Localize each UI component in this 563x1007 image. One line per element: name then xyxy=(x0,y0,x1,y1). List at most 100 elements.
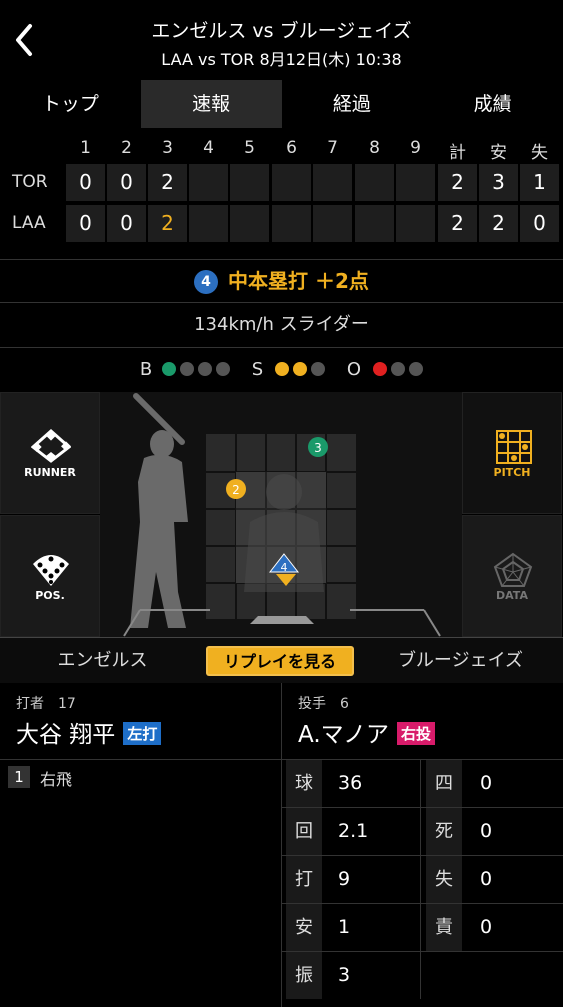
header: エンゼルス vs ブルージェイズ LAA vs TOR 8月12日(木) 10:… xyxy=(0,0,563,78)
data-button[interactable]: DATA xyxy=(462,515,562,637)
stat-key: 振 xyxy=(286,952,322,999)
strike-dot xyxy=(275,362,290,376)
score-cell xyxy=(355,164,394,201)
team-angels[interactable]: エンゼルス xyxy=(0,638,205,684)
field-view: RUNNER POS. 2 3 4 PITCH DATA xyxy=(0,392,563,637)
scoreboard-col-header: 7 xyxy=(327,138,338,158)
ball-dot xyxy=(198,362,212,376)
runner-button[interactable]: RUNNER xyxy=(0,392,100,514)
scoreboard-col-header: 6 xyxy=(286,138,297,158)
pitch-label: PITCH xyxy=(493,466,531,479)
replay-button[interactable]: リプレイを見る xyxy=(206,646,354,676)
radar-chart-icon xyxy=(493,552,533,587)
score-cell xyxy=(272,205,311,242)
score-cell: 0 xyxy=(66,164,105,201)
team-bar: エンゼルス リプレイを見る ブルージェイズ xyxy=(0,637,563,683)
stat-row: 打9 失0 xyxy=(282,855,563,903)
stat-divider xyxy=(420,808,421,855)
pitcher-stats: 球 36 四 0 回 2.1 死 0 打 9 失 0 安 1 責 0 振 3 xyxy=(282,759,563,999)
score-cell: 2 xyxy=(438,205,477,242)
batter-panel: 打者 17 大谷 翔平 左打 1 右飛 xyxy=(0,683,281,1007)
score-cell: 0 xyxy=(66,205,105,242)
scoreboard-col-header: 4 xyxy=(203,138,214,158)
stat-key: 死 xyxy=(426,808,462,855)
pitch-marker-label: 3 xyxy=(314,441,322,455)
pitch-button[interactable]: PITCH xyxy=(462,392,562,514)
stat-key: 失 xyxy=(426,856,462,903)
score-cell xyxy=(230,205,269,242)
positions-label: POS. xyxy=(35,589,65,602)
stat-key: 回 xyxy=(286,808,322,855)
atbat-row: 1 右飛 xyxy=(0,759,281,792)
data-label: DATA xyxy=(496,589,528,602)
stat-divider xyxy=(420,952,421,999)
score-cell: 2 xyxy=(438,164,477,201)
scoreboard-col-header: 2 xyxy=(121,138,132,158)
stat-key: 四 xyxy=(426,760,462,807)
scoreboard-col-header: 安 xyxy=(490,143,507,163)
ball-dot xyxy=(162,362,176,376)
stat-value: 0 xyxy=(480,868,493,890)
strike-dot xyxy=(293,362,308,376)
score-cell: 2 xyxy=(148,205,187,242)
stat-value: 2.1 xyxy=(338,820,369,842)
batter-hand-badge: 左打 xyxy=(123,722,162,745)
score-cell xyxy=(189,205,228,242)
diamond-icon xyxy=(31,429,71,463)
stat-value: 1 xyxy=(338,916,351,938)
out-dot xyxy=(373,362,388,376)
positions-icon xyxy=(33,555,69,586)
scoreboard-col-header: 1 xyxy=(80,138,91,158)
score-cell xyxy=(355,205,394,242)
tab-progress[interactable]: 経過 xyxy=(282,80,423,128)
out-dot xyxy=(391,362,406,376)
score-cell xyxy=(189,164,228,201)
batter-name[interactable]: 大谷 翔平 xyxy=(16,722,115,748)
positions-button[interactable]: POS. xyxy=(0,515,100,637)
pitch-marker-label: 2 xyxy=(232,483,240,497)
score-cell xyxy=(313,164,352,201)
pitch-marker-label: 4 xyxy=(281,561,288,574)
score-cell: 2 xyxy=(148,164,187,201)
pitcher-name[interactable]: A.マノア xyxy=(298,722,389,748)
stat-divider xyxy=(420,760,421,807)
ball-label: B xyxy=(139,359,153,380)
pitcher-hand-badge: 右投 xyxy=(396,722,435,745)
stat-divider xyxy=(420,904,421,951)
scoreboard-col-header: 9 xyxy=(410,138,421,158)
player-panel: 打者 17 大谷 翔平 左打 1 右飛 投手 6 A.マノア 右投 球 36 四 0 回 2.… xyxy=(0,683,563,1007)
pitcher-panel: 投手 6 A.マノア 右投 球 36 四 0 回 2.1 死 0 打 9 失 0 安 1 責 0 振 3 xyxy=(282,683,563,1007)
scoreboard-col-header: 失 xyxy=(531,143,548,163)
stat-value: 9 xyxy=(338,868,351,890)
score-cell: 0 xyxy=(107,164,146,201)
score-cell xyxy=(313,205,352,242)
stat-row: 球 36 四 0 xyxy=(282,759,563,807)
game-title: エンゼルス vs ブルージェイズ xyxy=(151,20,412,42)
team-label: LAA xyxy=(12,213,46,233)
stat-value: 0 xyxy=(480,916,493,938)
score-cell: 1 xyxy=(520,164,559,201)
team-bluejays[interactable]: ブルージェイズ xyxy=(358,638,563,684)
scoreboard-col-header: 8 xyxy=(369,138,380,158)
stat-value: 0 xyxy=(480,820,493,842)
batter-role: 打者 17 xyxy=(16,696,76,712)
pitch-grid-icon xyxy=(496,430,532,464)
pitcher-name-row: A.マノア 右投 xyxy=(298,715,435,749)
score-cell xyxy=(396,205,435,242)
stat-row: 振3 xyxy=(282,951,563,999)
atbat-number: 1 xyxy=(8,766,30,788)
tab-live[interactable]: 速報 xyxy=(140,80,282,128)
tab-stats[interactable]: 成績 xyxy=(422,80,563,128)
play-result: 4 中本塁打 ＋2点 xyxy=(0,259,563,303)
out-dot xyxy=(409,362,424,376)
scoreboard-col-header: 5 xyxy=(244,138,255,158)
score-cell xyxy=(396,164,435,201)
tab-top[interactable]: トップ xyxy=(0,80,141,128)
pitcher-role: 投手 6 xyxy=(298,696,349,712)
score-cell: 0 xyxy=(520,205,559,242)
stat-value: 3 xyxy=(338,964,351,986)
score-cell xyxy=(230,164,269,201)
batter-zone-graphic: 2 3 4 xyxy=(123,393,441,637)
strike-zone-view: 2 3 4 xyxy=(100,392,462,637)
ball-dot xyxy=(180,362,194,376)
